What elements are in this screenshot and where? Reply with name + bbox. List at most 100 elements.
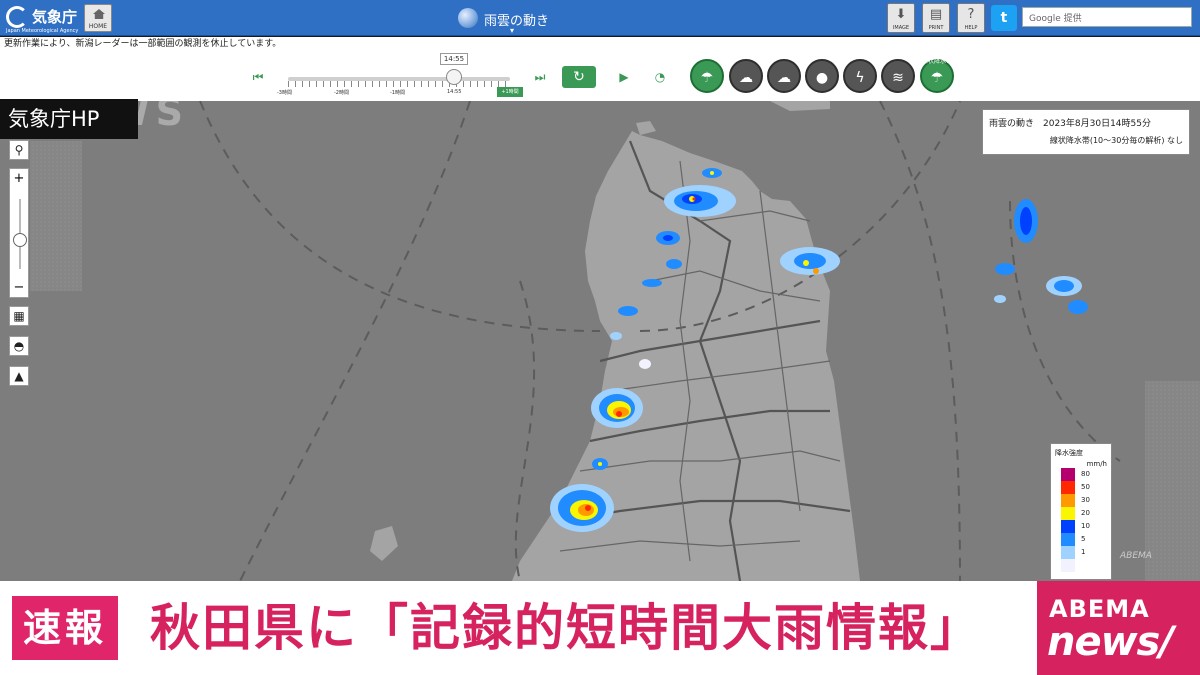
help-label: HELP	[964, 25, 978, 31]
location-pin-icon: ⚲	[14, 143, 24, 157]
logo-en-text: Japan Meteorological Agency	[6, 28, 79, 34]
tick-label: -2時間	[334, 90, 349, 96]
printer-icon: ▤	[929, 7, 943, 22]
zoom-handle[interactable]	[13, 233, 27, 247]
image-download-button[interactable]: ⬇ IMAGE	[887, 3, 915, 33]
jma-swirl-icon	[6, 6, 28, 28]
search-placeholder: Google 提供	[1029, 14, 1082, 24]
image-label: IMAGE	[892, 25, 910, 31]
headline: 秋田県に「記録的短時間大雨情報」	[150, 599, 982, 657]
twitter-icon: t	[1000, 10, 1008, 26]
brand-bottom: news/	[1047, 619, 1174, 665]
rainband-icon: ☂	[930, 70, 944, 86]
layer-linear-rainband-button[interactable]: 線状降水帯 ☂	[920, 58, 954, 93]
tornado-icon: ≋	[892, 70, 904, 86]
legend-swatch	[1061, 546, 1075, 559]
chevron-down-icon: ▾	[510, 26, 515, 35]
tick-label: -3時間	[277, 90, 292, 96]
info-datetime: 雨雲の動き 2023年8月30日14時55分	[989, 119, 1151, 129]
zoom-out-icon[interactable]: −	[10, 280, 28, 295]
legend-row: 20	[1055, 507, 1107, 520]
notice-bar: 更新作業により、新潟レーダーは一部範囲の観測を休止しています。	[0, 37, 1200, 51]
legend-swatch	[1061, 468, 1075, 481]
speed-icon[interactable]: ◔	[648, 65, 672, 89]
search-input[interactable]: Google 提供	[1022, 7, 1192, 27]
water-drop-icon: ◓	[13, 339, 25, 353]
refresh-icon: ↻	[573, 69, 585, 85]
radar-map[interactable]	[0, 101, 1200, 581]
layer-drop-button[interactable]: ●	[805, 59, 839, 93]
slider-ticks	[288, 81, 510, 87]
cloud-down-icon: ☁	[739, 70, 753, 86]
map-layer-button[interactable]: ▦	[9, 306, 29, 326]
skip-forward-icon[interactable]: ⏭	[528, 65, 552, 89]
abema-news-logo: ABEMA news/	[1037, 581, 1200, 675]
legend-label: 80	[1081, 470, 1090, 478]
twitter-button[interactable]: t	[991, 5, 1017, 31]
legend-label: 30	[1081, 496, 1090, 504]
legend-row: 10	[1055, 520, 1107, 533]
mountain-icon: ▲	[14, 369, 24, 383]
legend-row: 30	[1055, 494, 1107, 507]
globe-icon	[458, 8, 478, 28]
zoom-control[interactable]: + −	[9, 168, 29, 298]
legend-swatch	[1061, 481, 1075, 494]
terrain-button[interactable]: ▲	[9, 366, 29, 386]
water-drop-icon: ●	[815, 70, 829, 86]
layer-cloud-down-button[interactable]: ☁	[729, 59, 763, 93]
refresh-button[interactable]: ↻	[562, 66, 596, 88]
help-button[interactable]: ? HELP	[957, 3, 985, 33]
legend-swatch	[1061, 559, 1075, 572]
print-button[interactable]: ▤ PRINT	[922, 3, 950, 33]
skip-back-icon[interactable]: ⏮	[246, 65, 270, 89]
map-icon: ▦	[13, 309, 25, 323]
location-pin-button[interactable]: ⚲	[9, 140, 29, 160]
time-display: 14:55	[440, 53, 468, 65]
help-icon: ?	[967, 7, 975, 22]
legend-title: 降水強度	[1055, 449, 1083, 457]
zoom-in-icon[interactable]: +	[10, 171, 28, 186]
layer-tornado-button[interactable]: ≋	[881, 59, 915, 93]
legend-unit: mm/h	[1086, 460, 1107, 468]
abema-watermark: ABEMA	[1120, 551, 1152, 561]
info-box: 雨雲の動き 2023年8月30日14時55分 線状降水帯(10〜30分毎の解析)…	[982, 109, 1190, 155]
legend-row: 50	[1055, 481, 1107, 494]
legend-label: 1	[1081, 548, 1086, 556]
drop-layer-button[interactable]: ◓	[9, 336, 29, 356]
page-title: 雨雲の動き	[484, 14, 550, 29]
legend-swatch	[1061, 494, 1075, 507]
breaking-news-banner: 速報 秋田県に「記録的短時間大雨情報」	[0, 581, 1200, 675]
info-rainband: 線状降水帯(10〜30分毎の解析) なし	[1049, 136, 1183, 145]
layer-lightning-button[interactable]: ϟ	[843, 59, 877, 93]
slider-handle[interactable]	[446, 69, 462, 85]
download-icon: ⬇	[895, 7, 907, 22]
cloud-rain-icon: ☁	[777, 70, 791, 86]
tick-future[interactable]: +1時間	[497, 87, 523, 97]
layer-cloud-rain-button[interactable]: ☁	[767, 59, 801, 93]
home-icon	[93, 9, 105, 19]
lightning-icon: ϟ	[855, 70, 865, 86]
layer-sub-label: 線状降水帯	[921, 58, 952, 65]
legend-swatch	[1061, 520, 1075, 533]
app-header: 気象庁 Japan Meteorological Agency HOME 雨雲の…	[0, 0, 1200, 36]
legend-label: 50	[1081, 483, 1090, 491]
home-label: HOME	[88, 23, 108, 30]
legend-label: 10	[1081, 522, 1090, 530]
play-icon[interactable]: ▶	[612, 65, 636, 89]
precipitation-legend: 降水強度 mm/h 80 50 30 20 10 5 1	[1050, 443, 1112, 580]
tick-label: 14:55	[447, 89, 462, 95]
breaking-tag: 速報	[12, 596, 118, 660]
legend-row: 5	[1055, 533, 1107, 546]
tick-label: -1時間	[390, 90, 405, 96]
layer-rain-radar-button[interactable]: ☂	[690, 59, 724, 93]
legend-row	[1055, 559, 1107, 572]
jma-hp-badge: 気象庁HP	[0, 99, 138, 139]
legend-label: 20	[1081, 509, 1090, 517]
legend-swatch	[1061, 533, 1075, 546]
logo-text: 気象庁	[32, 8, 78, 26]
legend-row: 80	[1055, 468, 1107, 481]
legend-label: 5	[1081, 535, 1086, 543]
print-label: PRINT	[928, 25, 944, 31]
jma-logo[interactable]: 気象庁 Japan Meteorological Agency	[6, 4, 84, 34]
home-button[interactable]: HOME	[84, 4, 112, 32]
